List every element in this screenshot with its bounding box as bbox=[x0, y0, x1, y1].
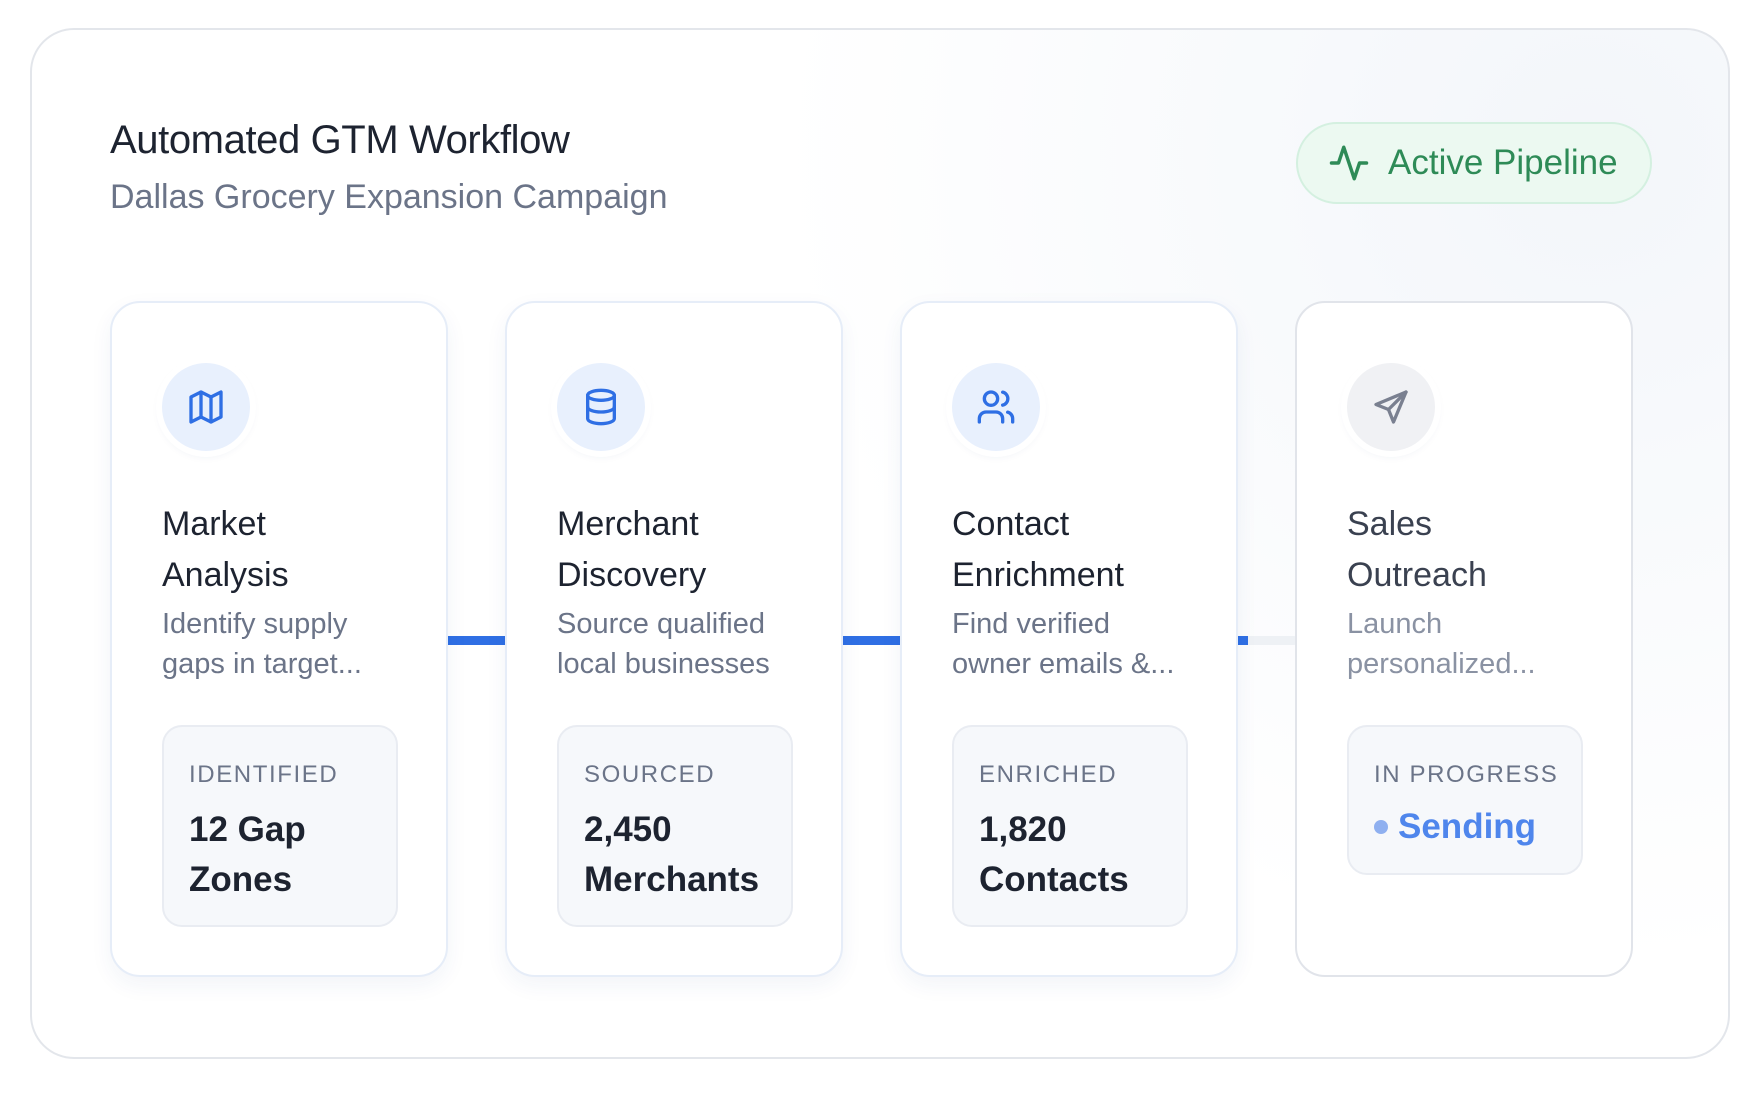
step-description: Find verified owner emails &... bbox=[952, 608, 1175, 680]
status-badge-label: Active Pipeline bbox=[1388, 143, 1618, 182]
step-description: Launch personalized... bbox=[1347, 608, 1536, 680]
step-description: Source qualified local businesses bbox=[557, 608, 770, 680]
step-stat-box: IN PROGRESS Sending bbox=[1347, 725, 1583, 875]
status-badge[interactable]: Active Pipeline bbox=[1296, 122, 1652, 204]
workflow-step-market-analysis[interactable]: Market Analysis Identify supply gaps in … bbox=[110, 301, 448, 977]
sending-status-text: Sending bbox=[1398, 807, 1537, 846]
stat-value: 2,450 Merchants bbox=[584, 810, 760, 899]
database-icon bbox=[557, 363, 645, 451]
stat-label: IN PROGRESS bbox=[1374, 761, 1559, 788]
step-connector-3 bbox=[1234, 636, 1298, 645]
stat-value: 1,820 Contacts bbox=[979, 810, 1129, 899]
step-stat-box: IDENTIFIED 12 Gap Zones bbox=[162, 725, 398, 927]
send-icon bbox=[1347, 363, 1435, 451]
step-stat-box: ENRICHED 1,820 Contacts bbox=[952, 725, 1188, 927]
stat-label: SOURCED bbox=[584, 761, 716, 788]
workflow-step-merchant-discovery[interactable]: Merchant Discovery Source qualified loca… bbox=[505, 301, 843, 977]
stat-label: IDENTIFIED bbox=[189, 761, 339, 788]
panel-subtitle: Dallas Grocery Expansion Campaign bbox=[110, 178, 668, 216]
panel-title: Automated GTM Workflow bbox=[110, 118, 570, 162]
users-icon bbox=[952, 363, 1040, 451]
step-title: Merchant Discovery bbox=[557, 505, 707, 594]
step-title: Market Analysis bbox=[162, 505, 289, 594]
step-connector-2 bbox=[839, 636, 903, 645]
stat-label: ENRICHED bbox=[979, 761, 1118, 788]
sending-status: Sending bbox=[1374, 807, 1536, 847]
workflow-step-contact-enrichment[interactable]: Contact Enrichment Find verified owner e… bbox=[900, 301, 1238, 977]
activity-icon bbox=[1328, 142, 1370, 184]
workflow-step-sales-outreach[interactable]: Sales Outreach Launch personalized... IN… bbox=[1295, 301, 1633, 977]
status-dot-icon bbox=[1374, 820, 1388, 834]
step-title: Contact Enrichment bbox=[952, 505, 1124, 594]
step-connector-1 bbox=[444, 636, 508, 645]
step-title: Sales Outreach bbox=[1347, 505, 1487, 594]
step-stat-box: SOURCED 2,450 Merchants bbox=[557, 725, 793, 927]
stat-value: 12 Gap Zones bbox=[189, 810, 306, 899]
step-description: Identify supply gaps in target... bbox=[162, 608, 362, 680]
map-icon bbox=[162, 363, 250, 451]
